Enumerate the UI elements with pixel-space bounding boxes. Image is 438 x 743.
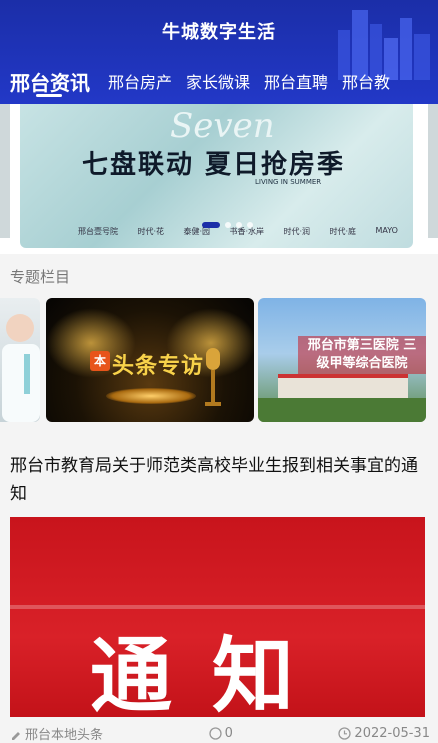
comment-count: 0 xyxy=(224,726,233,741)
banner-headline: 七盘联动 夏日抢房季 xyxy=(82,150,346,180)
app-header: 牛城数字生活 邢台资讯 邢台房产 家长微课 邢台直聘 邢台教 xyxy=(0,0,438,104)
article-date: 2022-05-31 xyxy=(338,724,430,743)
carousel-dots xyxy=(202,222,253,228)
headline-logo-icon: 本 xyxy=(90,351,110,371)
tab-xingtai-jobs[interactable]: 邢台直聘 xyxy=(258,68,334,98)
special-card-hospital[interactable]: 邢台市第三医院 三级甲等综合医院 xyxy=(258,298,426,422)
special-card-health[interactable] xyxy=(0,298,40,422)
logo: 邢台壹号院 xyxy=(78,227,118,236)
article-source[interactable]: 邢台本地头条 xyxy=(10,724,103,743)
microphone-icon xyxy=(205,348,221,406)
tab-xingtai-realestate[interactable]: 邢台房产 xyxy=(102,68,178,98)
trees xyxy=(258,398,426,422)
edit-icon xyxy=(12,731,20,740)
carousel-dot[interactable] xyxy=(225,222,231,228)
banner-next-peek[interactable] xyxy=(428,104,438,238)
logo: 时代·花 xyxy=(137,227,164,236)
article-comments[interactable]: 0 xyxy=(208,724,233,743)
banner-script-text: Seven xyxy=(170,106,275,146)
hospital-title: 邢台市第三医院 三级甲等综合医院 xyxy=(298,336,426,374)
article-meta: 邢台本地头条 0 2022-05-31 xyxy=(10,724,430,743)
tab-xingtai-edu[interactable]: 邢台教 xyxy=(336,68,396,98)
cover-notice-text: 通知 xyxy=(90,629,335,717)
active-tab-indicator xyxy=(36,94,62,97)
special-cards-row: 本 头条专访 邢台市第三医院 三级甲等综合医院 xyxy=(0,298,438,422)
logo: 时代·庭 xyxy=(329,227,356,236)
logo: MAYO xyxy=(375,226,398,235)
promo-banner[interactable]: Seven 七盘联动 夏日抢房季 LIVING IN SUMMER 邢台壹号院 … xyxy=(20,104,413,248)
carousel-dot[interactable] xyxy=(236,222,242,228)
date-label: 2022-05-31 xyxy=(354,726,430,741)
special-card-headline-interview[interactable]: 本 头条专访 xyxy=(46,298,254,422)
doctor-image xyxy=(2,314,40,422)
section-title-special: 专题栏目 xyxy=(10,268,71,286)
banner-prev-peek[interactable] xyxy=(0,104,10,238)
banner-subtext: LIVING IN SUMMER xyxy=(255,178,322,186)
article-cover-image[interactable]: 通知 xyxy=(10,517,425,717)
headline-interview-title: 头条专访 xyxy=(112,354,205,379)
article-title[interactable]: 邢台市教育局关于师范类高校毕业生报到相关事宜的通知 xyxy=(10,452,430,508)
logo: 时代·润 xyxy=(283,227,310,236)
app-title: 牛城数字生活 xyxy=(162,22,276,43)
stage-light xyxy=(106,388,196,404)
category-tabs: 邢台资讯 邢台房产 家长微课 邢台直聘 邢台教 xyxy=(0,62,438,98)
carousel-dot[interactable] xyxy=(247,222,253,228)
comment-icon xyxy=(208,727,222,740)
carousel-dot-active[interactable] xyxy=(202,222,220,228)
article-source-label: 邢台本地头条 xyxy=(25,728,104,743)
tab-parent-class[interactable]: 家长微课 xyxy=(180,68,256,98)
clock-icon xyxy=(338,727,352,740)
